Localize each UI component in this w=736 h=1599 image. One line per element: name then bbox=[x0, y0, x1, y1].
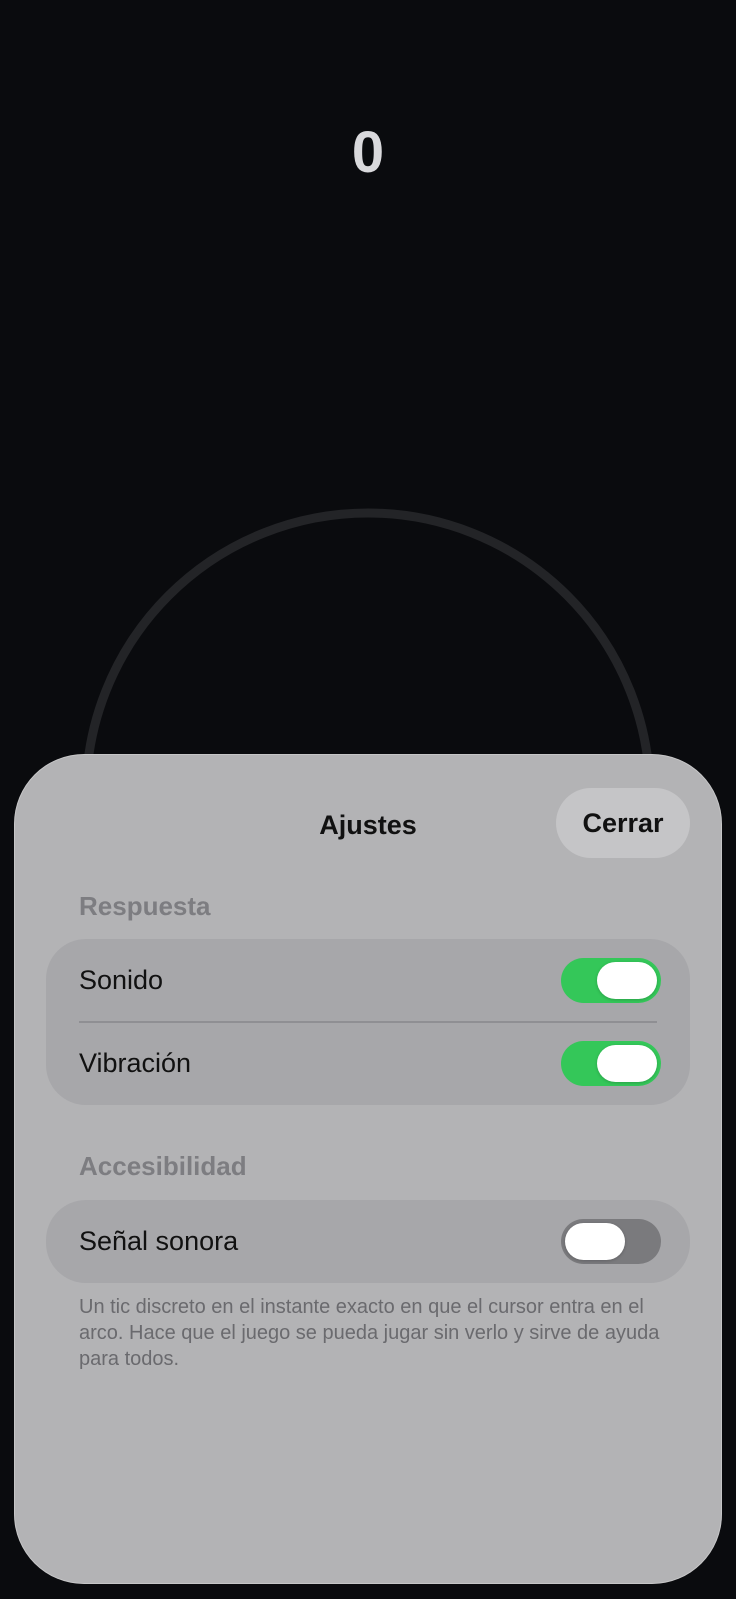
row-label: Sonido bbox=[79, 965, 164, 995]
senal-sonora-toggle[interactable] bbox=[561, 1219, 661, 1264]
toggle-knob bbox=[565, 1223, 625, 1260]
group-respuesta: Sonido Vibración bbox=[46, 939, 690, 1105]
sonido-toggle[interactable] bbox=[561, 958, 661, 1003]
row-senal-sonora[interactable]: Señal sonora bbox=[46, 1200, 690, 1283]
settings-sheet: Ajustes Cerrar Respuesta Sonido Vibració… bbox=[14, 754, 722, 1584]
row-vibracion[interactable]: Vibración bbox=[46, 1022, 690, 1105]
row-label: Vibración bbox=[79, 1048, 192, 1078]
section-header-respuesta: Respuesta bbox=[79, 891, 211, 921]
toggle-knob bbox=[597, 962, 657, 999]
row-sonido[interactable]: Sonido bbox=[46, 939, 690, 1022]
close-button[interactable]: Cerrar bbox=[556, 788, 690, 858]
vibracion-toggle[interactable] bbox=[561, 1041, 661, 1086]
row-label: Señal sonora bbox=[79, 1226, 239, 1256]
toggle-knob bbox=[597, 1045, 657, 1082]
section-header-accesibilidad: Accesibilidad bbox=[79, 1151, 247, 1181]
accessibility-footnote: Un tic discreto en el instante exacto en… bbox=[79, 1296, 660, 1370]
game-screen: 0 Ajustes Cerrar Respuesta Sonido Vibrac… bbox=[0, 0, 736, 1599]
group-accesibilidad: Señal sonora bbox=[46, 1200, 690, 1283]
